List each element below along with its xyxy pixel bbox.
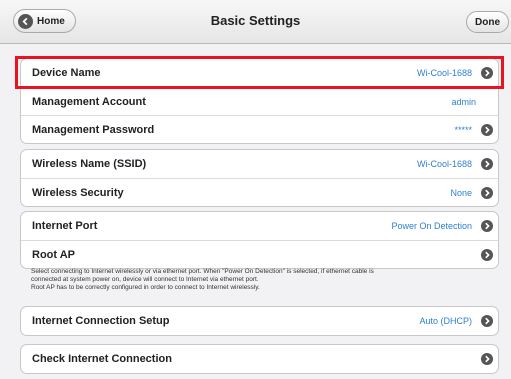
management-password-row[interactable]: Management Password ***** — [21, 115, 498, 143]
chevron-right-icon — [481, 158, 493, 170]
root-ap-label: Root AP — [32, 248, 75, 261]
device-name-row[interactable]: Device Name Wi-Cool-1688 — [21, 59, 498, 87]
management-password-label: Management Password — [32, 123, 155, 136]
chevron-right-icon — [481, 186, 493, 199]
done-button[interactable]: Done — [466, 11, 509, 33]
settings-group-internet-port: Internet Port Power On Detection Root AP — [20, 211, 499, 269]
wireless-security-label: Wireless Security — [32, 186, 124, 199]
nav-bar: Home Basic Settings Done — [0, 0, 511, 44]
page-title: Basic Settings — [210, 13, 301, 28]
root-ap-row[interactable]: Root AP — [21, 240, 498, 268]
chevron-right-icon — [481, 67, 493, 79]
device-name-value: Wi-Cool-1688 — [416, 68, 472, 78]
management-account-row[interactable]: Management Account admin — [21, 87, 498, 115]
chevron-right-icon — [481, 315, 493, 327]
settings-group-connection-setup: Internet Connection Setup Auto (DHCP) — [20, 306, 499, 336]
internet-connection-setup-value: Auto (DHCP) — [419, 316, 472, 326]
chevron-right-icon — [481, 220, 493, 232]
internet-port-row[interactable]: Internet Port Power On Detection — [21, 212, 498, 240]
help-line: Select connecting to Internet wirelessly… — [31, 268, 374, 275]
wireless-security-row[interactable]: Wireless Security None — [21, 178, 498, 206]
internet-port-value: Power On Detection — [391, 221, 472, 231]
wireless-name-row[interactable]: Wireless Name (SSID) Wi-Cool-1688 — [21, 150, 498, 178]
device-name-label: Device Name — [32, 67, 101, 79]
chevron-right-icon — [481, 248, 493, 261]
help-line: Root AP has to be correctly configured i… — [31, 284, 260, 291]
management-account-value: admin — [451, 96, 476, 107]
internet-port-label: Internet Port — [32, 220, 98, 232]
settings-content: Device Name Wi-Cool-1688 Management Acco… — [0, 44, 511, 379]
check-internet-connection-label: Check Internet Connection — [32, 353, 172, 365]
internet-port-help-text: Select connecting to Internet wirelessly… — [31, 268, 491, 292]
settings-group-check-connection: Check Internet Connection — [20, 344, 499, 374]
wireless-name-value: Wi-Cool-1688 — [416, 159, 472, 169]
wireless-name-label: Wireless Name (SSID) — [32, 158, 147, 170]
internet-connection-setup-row[interactable]: Internet Connection Setup Auto (DHCP) — [21, 307, 498, 335]
management-password-value: ***** — [454, 124, 472, 135]
wireless-security-value: None — [450, 187, 472, 198]
internet-connection-setup-label: Internet Connection Setup — [32, 315, 170, 327]
settings-group-wireless: Wireless Name (SSID) Wi-Cool-1688 Wirele… — [20, 149, 499, 207]
chevron-right-icon — [481, 123, 493, 136]
management-account-label: Management Account — [32, 95, 146, 108]
settings-group-device: Device Name Wi-Cool-1688 Management Acco… — [20, 58, 499, 144]
help-line: connected at system power on, device wil… — [31, 276, 259, 283]
check-internet-connection-row[interactable]: Check Internet Connection — [21, 345, 498, 373]
chevron-right-icon — [481, 353, 493, 365]
